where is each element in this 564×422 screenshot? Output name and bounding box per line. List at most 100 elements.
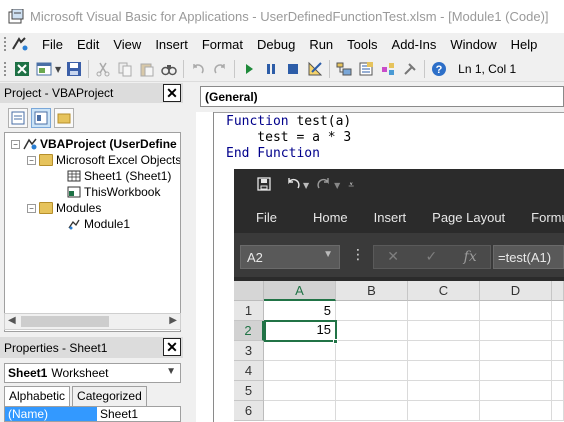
insert-module-icon[interactable] [34,59,54,79]
help-icon[interactable]: ? [429,59,449,79]
toggle-folders-icon[interactable] [54,108,74,128]
tree-item-vbaproject[interactable]: − VBAProject (UserDefine [11,136,177,152]
grid-cell[interactable] [336,381,408,401]
menu-window[interactable]: Window [443,37,503,52]
menu-help[interactable]: Help [504,37,545,52]
scroll-right-icon[interactable]: ▶ [169,315,177,326]
grid-cell[interactable] [336,361,408,381]
tab-home[interactable]: Home [287,210,358,225]
grid-cell[interactable] [552,301,564,321]
grid-cell[interactable] [408,301,480,321]
grid-cell[interactable] [552,381,564,401]
chevron-down-icon[interactable]: ▼ [323,249,333,260]
design-mode-icon[interactable] [305,59,325,79]
grid-cell[interactable] [264,401,336,421]
view-excel-icon[interactable] [12,59,32,79]
fill-handle[interactable] [333,339,338,344]
project-explorer-icon[interactable] [334,59,354,79]
undo-icon[interactable] [284,176,302,195]
toolbar-grip[interactable] [3,61,7,77]
properties-grid-row[interactable]: (Name) Sheet1 [4,406,181,422]
cell-a2-active[interactable]: 15 [264,320,337,342]
view-object-icon[interactable] [31,108,51,128]
run-icon[interactable] [239,59,259,79]
scrollbar-thumb[interactable] [21,316,109,327]
grid-cell[interactable] [336,401,408,421]
tree-item-excel-objects[interactable]: − Microsoft Excel Objects [27,152,180,168]
properties-object-select[interactable]: Sheet1 Worksheet ▼ [4,363,181,383]
chevron-down-icon[interactable]: ▼ [166,366,176,377]
grid-cell[interactable] [480,381,552,401]
grid-cell[interactable] [552,361,564,381]
grid-cell[interactable] [408,341,480,361]
project-horizontal-scrollbar[interactable]: ◀ ▶ [4,313,181,330]
property-value[interactable]: Sheet1 [97,407,138,421]
menu-format[interactable]: Format [195,37,250,52]
customize-qat-icon[interactable]: ⩡ [348,180,354,191]
grid-cell[interactable] [336,321,408,341]
collapse-icon[interactable]: − [27,203,36,213]
vba-menu-icon[interactable] [11,36,29,52]
toolbox-icon[interactable] [400,59,420,79]
tab-page-layout[interactable]: Page Layout [416,210,515,225]
tree-item-modules[interactable]: − Modules [27,200,101,216]
column-header-a[interactable]: A [264,281,336,301]
collapse-icon[interactable]: − [27,155,36,165]
close-icon[interactable]: ✕ [163,338,181,356]
undo-icon[interactable] [188,59,208,79]
grid-cell[interactable] [552,321,564,341]
grid-cell[interactable] [264,361,336,381]
grid-cell[interactable] [408,321,480,341]
close-icon[interactable]: ✕ [163,84,181,102]
properties-icon[interactable] [356,59,376,79]
cut-icon[interactable] [93,59,113,79]
scroll-left-icon[interactable]: ◀ [8,315,16,326]
find-icon[interactable] [159,59,179,79]
tab-alphabetic[interactable]: Alphabetic [4,386,71,406]
chevron-down-icon[interactable]: ▼ [334,181,340,190]
column-header-c[interactable]: C [408,281,480,301]
menu-run[interactable]: Run [302,37,340,52]
grid-cell[interactable] [264,341,336,361]
row-header-3[interactable]: 3 [234,341,264,361]
row-header-2[interactable]: 2 [234,321,264,341]
chevron-down-icon[interactable]: ▼ [303,181,309,190]
view-code-icon[interactable] [8,108,28,128]
tree-item-thisworkbook[interactable]: ThisWorkbook [67,184,160,200]
paste-icon[interactable] [137,59,157,79]
break-icon[interactable] [261,59,281,79]
tab-categorized[interactable]: Categorized [72,386,147,406]
menu-insert[interactable]: Insert [148,37,195,52]
grid-cell[interactable] [336,341,408,361]
row-header-5[interactable]: 5 [234,381,264,401]
row-header-4[interactable]: 4 [234,361,264,381]
grid-cell[interactable] [408,381,480,401]
tab-file[interactable]: File [234,210,287,225]
formula-input[interactable]: =test(A1) [493,245,564,269]
tab-insert[interactable]: Insert [358,210,417,225]
grip-handle[interactable] [3,36,7,52]
grid-cell[interactable] [480,401,552,421]
grid-cell[interactable] [336,301,408,321]
grid-cell[interactable] [552,401,564,421]
object-dropdown[interactable]: (General) [200,86,564,107]
save-icon[interactable] [64,59,84,79]
menu-view[interactable]: View [106,37,148,52]
collapse-icon[interactable]: − [11,139,20,149]
grid-cell[interactable] [408,361,480,381]
grid-cell[interactable] [480,321,552,341]
grid-cell[interactable] [480,301,552,321]
cancel-icon[interactable]: ✕ [387,249,399,265]
column-header-e[interactable] [552,281,564,301]
grid-cell[interactable] [480,361,552,381]
column-header-d[interactable]: D [480,281,552,301]
menu-tools[interactable]: Tools [340,37,384,52]
enter-icon[interactable]: ✓ [425,249,437,265]
copy-icon[interactable] [115,59,135,79]
column-header-b[interactable]: B [336,281,408,301]
cell-a1[interactable]: 5 [264,301,336,321]
tree-item-module1[interactable]: Module1 [67,216,130,232]
grid-cell[interactable] [264,381,336,401]
save-icon[interactable] [256,176,272,195]
more-options-icon[interactable]: ⋮ [351,247,365,263]
